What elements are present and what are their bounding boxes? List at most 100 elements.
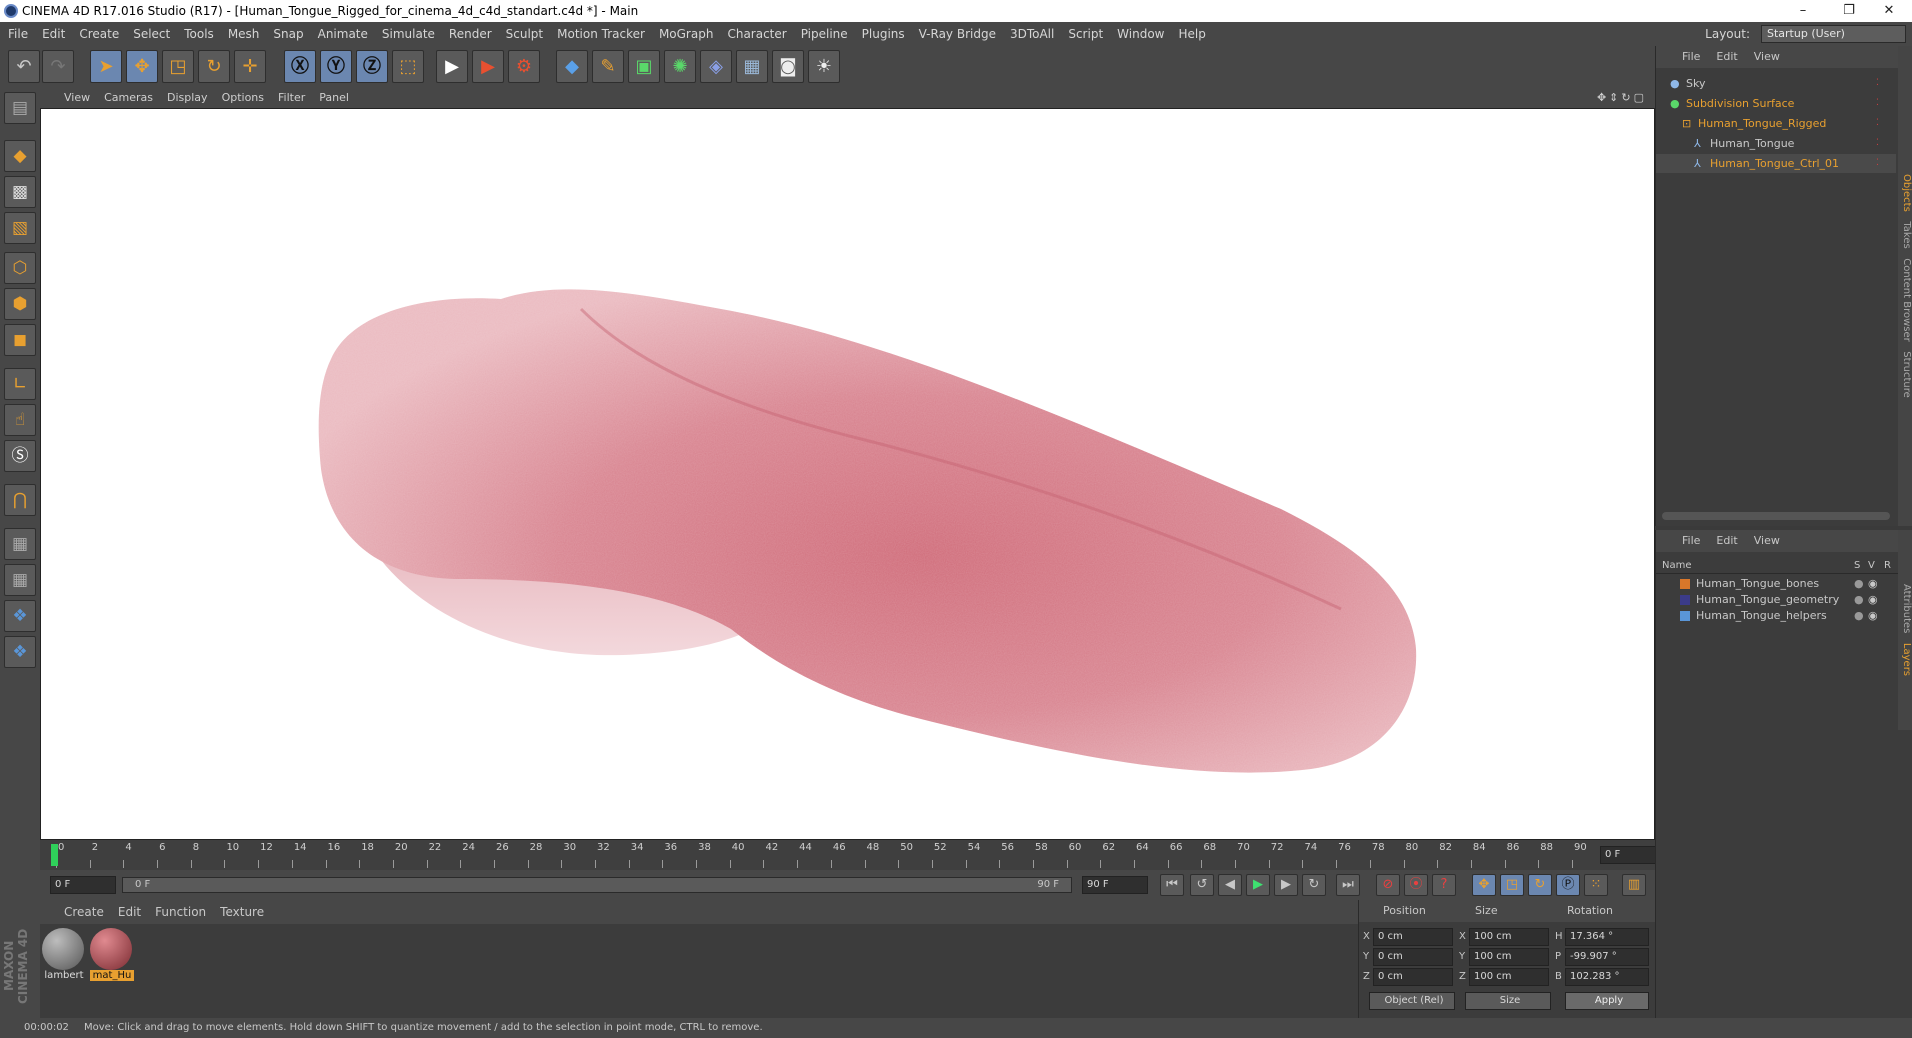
menu-file[interactable]: File (0, 22, 35, 46)
magnet-icon[interactable]: ⋂ (4, 484, 36, 516)
play-icon[interactable]: ▶ (1246, 874, 1270, 896)
menu-tools[interactable]: Tools (177, 22, 221, 46)
model-mode-icon[interactable]: ◆ (4, 140, 36, 172)
menu-simulate[interactable]: Simulate (375, 22, 442, 46)
menu-render[interactable]: Render (442, 22, 499, 46)
layout-dropdown[interactable]: Startup (User) (1761, 25, 1906, 43)
viewport-menu-view[interactable]: View (40, 88, 97, 108)
material-mat-hu[interactable]: mat_Hu (90, 928, 134, 986)
object-menu-file[interactable]: File (1656, 46, 1708, 68)
layer-menu-view[interactable]: View (1746, 530, 1788, 552)
menu-motion-tracker[interactable]: Motion Tracker (550, 22, 652, 46)
key-pla-icon[interactable]: ⁙ (1584, 874, 1608, 896)
material-menu-edit[interactable]: Edit (111, 900, 148, 924)
position-field[interactable]: 0 cm (1373, 948, 1453, 966)
previous-frame-icon[interactable]: ◀ (1218, 874, 1242, 896)
floor-icon[interactable]: ▦ (736, 50, 768, 83)
menu-snap[interactable]: Snap (266, 22, 310, 46)
side-tab-attributes[interactable]: Attributes (1901, 584, 1912, 633)
end-frame-field[interactable]: 90 F (1082, 876, 1148, 894)
grid-lock-icon[interactable]: ▦ (4, 528, 36, 560)
material-menu-texture[interactable]: Texture (213, 900, 271, 924)
menu-sculpt[interactable]: Sculpt (499, 22, 550, 46)
pen-spline-icon[interactable]: ✎ (592, 50, 624, 83)
python-icon[interactable]: ❖ (4, 600, 36, 632)
points-mode-icon[interactable]: ⬡ (4, 252, 36, 284)
viewport-menu-panel[interactable]: Panel (312, 88, 356, 108)
layer-row[interactable]: Human_Tongue_bones ● ◉ (1656, 576, 1896, 592)
object-row[interactable]: ● Sky ⁚ (1656, 74, 1896, 93)
size-field[interactable]: 100 cm (1469, 948, 1549, 966)
close-button[interactable]: ✕ (1866, 0, 1912, 22)
go-to-end-icon[interactable]: ⏭ (1336, 874, 1360, 896)
object-menu-edit[interactable]: Edit (1708, 46, 1745, 68)
menu-edit[interactable]: Edit (35, 22, 72, 46)
scheme-icon[interactable]: ▥ (1622, 874, 1646, 896)
menu-select[interactable]: Select (126, 22, 177, 46)
size-mode-dropdown[interactable]: Size (1465, 992, 1551, 1010)
layer-visible-icon[interactable]: ◉ (1868, 576, 1878, 592)
apply-button[interactable]: Apply (1565, 992, 1649, 1010)
deformer-icon[interactable]: ◈ (700, 50, 732, 83)
side-tab-structure[interactable]: Structure (1901, 351, 1912, 398)
layer-color-swatch[interactable] (1680, 595, 1690, 605)
object-row[interactable]: ⅄ Human_Tongue ⁚ (1656, 134, 1896, 153)
layer-menu-edit[interactable]: Edit (1708, 530, 1745, 552)
layer-visible-icon[interactable]: ◉ (1868, 592, 1878, 608)
rotation-field[interactable]: 102.283 ° (1565, 968, 1649, 986)
recent-tool-icon[interactable]: ✛ (234, 50, 266, 83)
next-key-icon[interactable]: ↻ (1302, 874, 1326, 896)
axis-mode-icon[interactable]: ∟ (4, 368, 36, 400)
menu-window[interactable]: Window (1110, 22, 1171, 46)
camera-icon[interactable]: ◙ (772, 50, 804, 83)
side-tab-layers[interactable]: Layers (1901, 643, 1912, 676)
key-scale-icon[interactable]: ◳ (1500, 874, 1524, 896)
playhead[interactable] (51, 844, 58, 866)
render-picture-viewer-icon[interactable]: ▶ (472, 50, 504, 83)
coordinate-system-icon[interactable]: ⬚ (392, 50, 424, 83)
object-row[interactable]: ⊡ Human_Tongue_Rigged ⁚ (1656, 114, 1896, 133)
object-menu-view[interactable]: View (1746, 46, 1788, 68)
viewport-menu-display[interactable]: Display (160, 88, 215, 108)
scale-tool-icon[interactable]: ◳ (162, 50, 194, 83)
viewport-menu-cameras[interactable]: Cameras (97, 88, 160, 108)
preview-range-slider[interactable]: 0 F 90 F (122, 877, 1072, 893)
start-frame-field[interactable]: 0 F (50, 876, 116, 894)
redo-icon[interactable]: ↷ (42, 50, 74, 83)
key-parameter-icon[interactable]: Ⓟ (1556, 874, 1580, 896)
x-axis-lock-icon[interactable]: Ⓧ (284, 50, 316, 83)
visibility-dots-icon[interactable]: ⁚ (1876, 114, 1879, 133)
menu-animate[interactable]: Animate (311, 22, 375, 46)
move-tool-icon[interactable]: ✥ (126, 50, 158, 83)
material-lambert[interactable]: lambert (42, 928, 86, 986)
workplane-mode-icon[interactable]: ▧ (4, 212, 36, 244)
viewport-nav-icons[interactable]: ✥⇕↻▢ (1597, 88, 1647, 108)
layer-solo-icon[interactable]: ● (1854, 608, 1864, 624)
material-menu-function[interactable]: Function (148, 900, 213, 924)
size-field[interactable]: 100 cm (1469, 928, 1549, 946)
visibility-dots-icon[interactable]: ⁚ (1876, 74, 1879, 93)
record-keys-icon[interactable]: ⊘ (1376, 874, 1400, 896)
menu-pipeline[interactable]: Pipeline (794, 22, 855, 46)
subdivision-surface-icon[interactable]: ▣ (628, 50, 660, 83)
python-script-icon[interactable]: ❖ (4, 636, 36, 668)
tweak-mode-icon[interactable]: ☝ (4, 404, 36, 436)
layer-row[interactable]: Human_Tongue_helpers ● ◉ (1656, 608, 1896, 624)
position-field[interactable]: 0 cm (1373, 928, 1453, 946)
auto-keying-icon[interactable]: ⦿ (1404, 874, 1428, 896)
side-tab-content-browser[interactable]: Content Browser (1901, 258, 1912, 341)
polygons-mode-icon[interactable]: ◼ (4, 324, 36, 356)
key-rotation-icon[interactable]: ↻ (1528, 874, 1552, 896)
layer-solo-icon[interactable]: ● (1854, 576, 1864, 592)
cube-primitive-icon[interactable]: ◆ (556, 50, 588, 83)
render-settings-icon[interactable]: ⚙ (508, 50, 540, 83)
grid-snap-icon[interactable]: ▦ (4, 564, 36, 596)
light-icon[interactable]: ☀ (808, 50, 840, 83)
z-axis-lock-icon[interactable]: Ⓩ (356, 50, 388, 83)
menu-script[interactable]: Script (1061, 22, 1110, 46)
menu-plugins[interactable]: Plugins (855, 22, 912, 46)
current-frame-field[interactable]: 0 F (1600, 846, 1662, 864)
undo-icon[interactable]: ↶ (8, 50, 40, 83)
layer-menu-file[interactable]: File (1656, 530, 1708, 552)
side-tab-takes[interactable]: Takes (1901, 221, 1912, 248)
